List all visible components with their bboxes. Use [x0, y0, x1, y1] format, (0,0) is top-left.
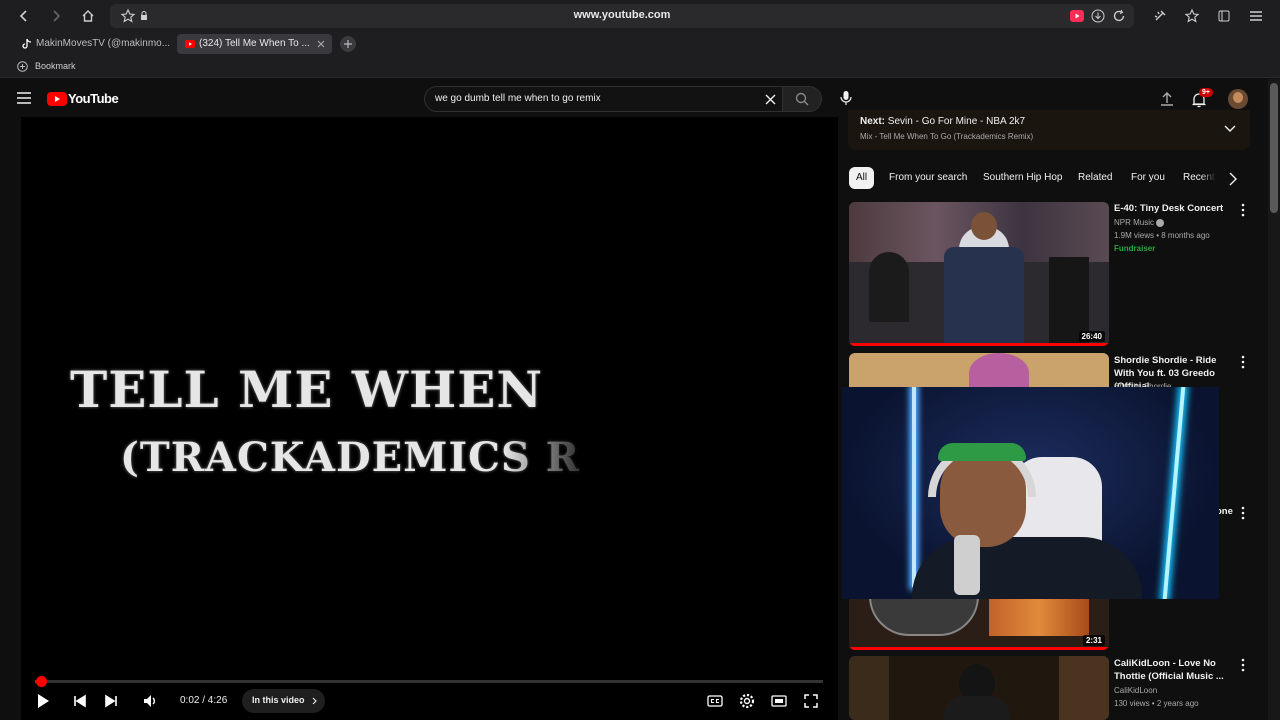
chip-recent[interactable]: Recent [1176, 167, 1216, 189]
youtube-favicon-icon [185, 40, 195, 48]
led-strip-left [912, 387, 916, 587]
microphone [954, 535, 980, 595]
close-tab-icon[interactable] [317, 40, 325, 48]
video-meta: 1.9M views • 8 months ago [1114, 231, 1210, 240]
forward-icon[interactable] [48, 8, 64, 24]
scrollbar-thumb[interactable] [1270, 83, 1278, 213]
chip-southern-hip-hop[interactable]: Southern Hip Hop [976, 167, 1070, 189]
extensions-icon[interactable] [1152, 8, 1168, 24]
chapters-button[interactable]: In this video [242, 689, 325, 713]
notifications-button[interactable]: 9+ [1192, 88, 1213, 108]
fullscreen-icon[interactable] [802, 692, 820, 710]
chip-from-your-search[interactable]: From your search [882, 167, 974, 189]
notification-count-badge: 9+ [1199, 88, 1213, 97]
fundraiser-badge: Fundraiser [1114, 244, 1156, 253]
up-next-mix: Mix - Tell Me When To Go (Trackademics R… [860, 132, 1034, 141]
tab-title: (324) Tell Me When To ... [199, 38, 310, 49]
video-duration: 2:31 [1082, 635, 1105, 646]
browser-toolbar: www.youtube.com [0, 0, 1280, 32]
video-thumbnail[interactable] [849, 656, 1109, 720]
more-options-icon[interactable] [1238, 506, 1248, 520]
tiktok-icon [22, 39, 31, 49]
play-icon[interactable] [34, 692, 52, 710]
page-scrollbar[interactable] [1268, 79, 1280, 720]
tab-strip: MakinMovesTV (@makinmo... (324) Tell Me … [0, 32, 1280, 56]
bookmark-label[interactable]: Bookmark [35, 61, 76, 71]
bookmarks-bar: Bookmark [0, 56, 1280, 78]
home-icon[interactable] [80, 8, 96, 24]
watched-progress [849, 647, 1109, 650]
captions-icon[interactable] [706, 692, 724, 710]
hamburger-menu-icon[interactable] [17, 92, 31, 104]
avatar[interactable] [1228, 89, 1248, 109]
headset-band [938, 443, 1026, 461]
search-button[interactable] [782, 86, 822, 112]
collections-icon[interactable] [1216, 8, 1232, 24]
verified-icon [1156, 218, 1165, 227]
up-next-title: Sevin - Go For Mine - NBA 2k7 [887, 116, 1026, 127]
tab-makinmovestv[interactable]: MakinMovesTV (@makinmo... [14, 34, 172, 54]
scrubber-handle[interactable] [36, 676, 48, 687]
time-display: 0:02 / 4:26 [180, 695, 228, 706]
video-title[interactable]: CaliKidLoon - Love No Thottie (Official … [1114, 657, 1238, 683]
chips-scroll-right-icon[interactable] [1228, 172, 1238, 186]
back-icon[interactable] [16, 8, 32, 24]
search-input[interactable]: we go dumb tell me when to go remix [424, 86, 786, 112]
theater-mode-icon[interactable] [770, 692, 788, 710]
microphone-icon[interactable] [840, 90, 852, 106]
new-tab-button[interactable] [340, 36, 356, 52]
video-overlay-text-line2: (TRACKADEMICS R [120, 434, 581, 481]
settings-gear-icon[interactable] [738, 692, 756, 710]
video-overlay-text-line1: TELL ME WHEN [70, 360, 544, 419]
plus-icon [344, 40, 352, 48]
video-duration: 26:40 [1078, 331, 1105, 342]
person-shirt [912, 537, 1142, 599]
search-icon [795, 92, 809, 106]
tab-title: MakinMovesTV (@makinmo... [36, 38, 171, 49]
up-next-label: Next: [860, 116, 886, 127]
more-options-icon[interactable] [1238, 658, 1248, 672]
video-title[interactable]: E-40: Tiny Desk Concert [1114, 202, 1238, 215]
chevron-right-icon [312, 697, 317, 705]
progress-bar[interactable] [35, 676, 823, 687]
menu-icon[interactable] [1248, 8, 1264, 24]
address-bar[interactable]: www.youtube.com [110, 4, 1134, 28]
chapters-label: In this video [252, 695, 305, 705]
up-next-banner[interactable]: Next: Sevin - Go For Mine - NBA 2k7 Mix … [848, 110, 1250, 150]
download-icon[interactable] [1091, 9, 1105, 23]
add-bookmark-icon[interactable] [17, 61, 28, 72]
youtube-logo[interactable]: YouTube [47, 91, 127, 107]
channel-name[interactable]: NPR Music [1114, 218, 1165, 227]
clear-search-icon[interactable] [765, 94, 776, 105]
upload-icon[interactable] [1160, 91, 1174, 107]
watched-progress [849, 343, 1109, 346]
tab-youtube-active[interactable]: (324) Tell Me When To ... [177, 34, 332, 54]
chip-for-you[interactable]: For you [1124, 167, 1172, 189]
video-player[interactable]: TELL ME WHEN (TRACKADEMICS R 0:02 / 4:26… [21, 117, 838, 720]
webcam-overlay [842, 387, 1219, 599]
favorites-icon[interactable] [1184, 8, 1200, 24]
url-text: www.youtube.com [573, 9, 671, 21]
channel-name[interactable]: CaliKidLoon [1114, 686, 1157, 695]
search-value: we go dumb tell me when to go remix [435, 93, 601, 104]
video-thumbnail[interactable]: 2:31 [849, 590, 1109, 650]
chip-related[interactable]: Related [1071, 167, 1119, 189]
youtube-logo-text: YouTube [68, 91, 119, 106]
youtube-extension-icon[interactable] [1070, 9, 1084, 23]
volume-icon[interactable] [141, 692, 159, 710]
more-options-icon[interactable] [1238, 203, 1248, 217]
expand-chevron-icon[interactable] [1224, 125, 1236, 133]
next-icon[interactable] [102, 692, 120, 710]
chip-all[interactable]: All [849, 167, 875, 189]
video-meta: 130 views • 2 years ago [1114, 699, 1199, 708]
more-options-icon[interactable] [1238, 355, 1248, 369]
previous-icon[interactable] [71, 692, 89, 710]
youtube-logo-icon [47, 92, 67, 106]
reload-icon[interactable] [1112, 9, 1126, 23]
video-thumbnail[interactable]: 26:40 [849, 202, 1109, 346]
